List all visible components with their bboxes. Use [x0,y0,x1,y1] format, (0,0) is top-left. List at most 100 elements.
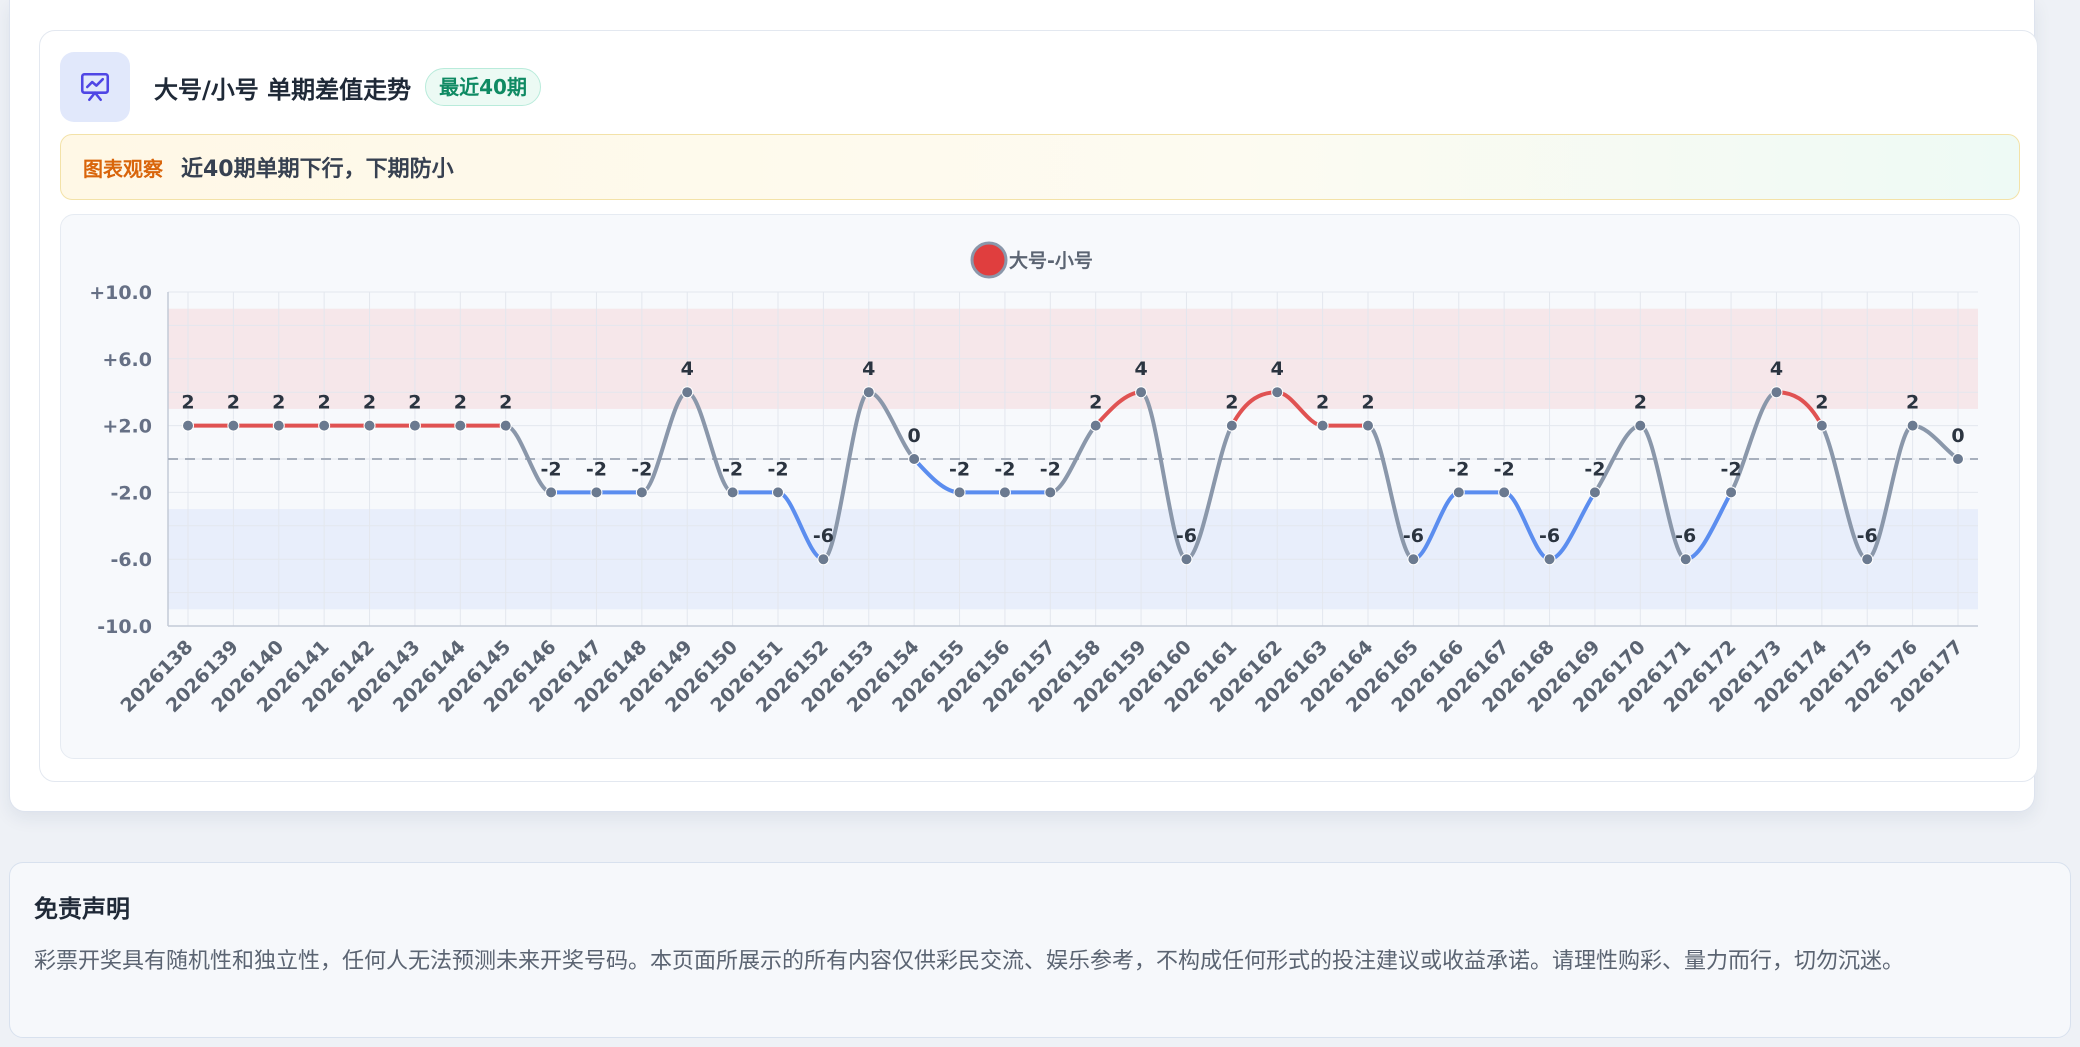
data-label: -2 [1494,458,1515,480]
data-label: -6 [1857,525,1878,547]
y-tick-label: -2.0 [110,482,152,504]
data-label: 2 [181,392,194,414]
data-point [318,419,331,432]
data-point [1498,486,1511,499]
data-label: -2 [631,458,652,480]
data-point [1316,419,1329,432]
data-point [1271,386,1284,399]
data-point [272,419,285,432]
legend-label: 大号-小号 [1009,249,1093,272]
data-point [227,419,240,432]
data-point [1362,419,1374,432]
data-label: 2 [227,392,240,414]
data-point [772,486,784,499]
data-point [1225,419,1238,432]
y-tick-label: +2.0 [102,416,152,438]
data-label: -2 [1040,458,1061,480]
data-label: -2 [949,458,970,480]
data-point [1452,486,1465,499]
data-point [363,419,376,432]
data-label: 2 [1361,392,1374,414]
data-point [817,553,830,566]
data-label: -6 [1403,525,1424,547]
data-label: -2 [1448,458,1469,480]
observation-label: 图表观察 [83,156,163,181]
data-label: 2 [318,392,331,414]
data-label: -2 [767,458,788,480]
presentation-chart-icon [60,52,130,122]
observation-text: 近40期单期下行，下期防小 [181,157,454,182]
data-point [1634,419,1647,432]
data-label: -2 [1584,458,1605,480]
data-label: -2 [994,458,1015,480]
data-label: 2 [1906,392,1919,414]
data-point [545,486,558,499]
data-label: 2 [1634,392,1647,414]
data-point [1815,419,1828,432]
data-label: -6 [1176,525,1197,547]
data-point [1407,553,1420,566]
data-point [635,486,648,499]
data-label: 2 [1089,392,1102,414]
data-point [1770,386,1783,399]
data-point [408,419,421,432]
legend-marker [970,241,1008,279]
data-label: -6 [1675,525,1696,547]
disclaimer-title: 免责声明 [34,895,130,923]
y-tick-label: -6.0 [110,549,152,571]
data-label: -2 [541,458,562,480]
data-point [1679,553,1692,566]
data-label: 2 [272,392,285,414]
data-label: 0 [1951,425,1964,447]
chart-title: 大号/小号 单期差值走势 [154,75,412,104]
data-point [1044,486,1057,499]
data-label: 2 [363,392,376,414]
data-point [1588,486,1601,499]
chart-header: 大号/小号 单期差值走势 最近40期 [60,52,541,122]
data-point [681,386,694,399]
data-point [590,486,603,499]
data-point [953,486,966,499]
data-label: 4 [862,358,875,380]
data-label: -6 [813,525,834,547]
observation-banner: 图表观察 近40期单期下行，下期防小 [60,134,2020,200]
data-point [726,486,739,499]
data-label: 2 [499,392,512,414]
data-point [454,419,467,432]
y-tick-label: +10.0 [89,282,152,304]
data-label: 4 [1271,358,1284,380]
data-label: 4 [1134,358,1147,380]
period-badge: 最近40期 [425,68,541,106]
data-label: 4 [681,358,694,380]
data-label: 0 [908,425,921,447]
y-tick-label: +6.0 [102,349,152,371]
data-point [1906,419,1919,432]
data-label: 2 [408,392,421,414]
data-point [908,453,921,465]
y-tick-label: -10.0 [97,616,152,638]
data-point [998,486,1011,499]
chart-panel: -10.0 -6.0 -2.0 +2.0 +6.0 +10.0 2026138 2026139… [60,214,2020,759]
data-point [1952,453,1964,465]
data-label: -2 [722,458,743,480]
data-point [182,419,194,432]
data-point [862,386,875,399]
data-label: -6 [1539,525,1560,547]
data-label: 2 [1316,392,1329,414]
data-point [499,419,512,432]
data-label: 2 [1225,392,1238,414]
data-point [1543,553,1556,566]
data-label: -2 [1721,458,1742,480]
disclaimer-text: 彩票开奖具有随机性和独立性，任何人无法预测未来开奖号码。本页面所展示的所有内容仅… [34,949,1905,974]
data-point [1180,553,1193,566]
data-point [1135,386,1148,399]
data-label: 2 [454,392,467,414]
data-label: -2 [586,458,607,480]
data-point [1725,486,1738,499]
disclaimer-panel: 免责声明 彩票开奖具有随机性和独立性，任何人无法预测未来开奖号码。本页面所展示的… [9,862,2071,1038]
data-label: 4 [1770,358,1783,380]
data-label: 2 [1815,392,1828,414]
data-point [1089,419,1102,432]
data-point [1861,553,1874,566]
trend-chart: -10.0-6.0-2.0+2.0+6.0+10.020261382026139… [89,241,1978,717]
